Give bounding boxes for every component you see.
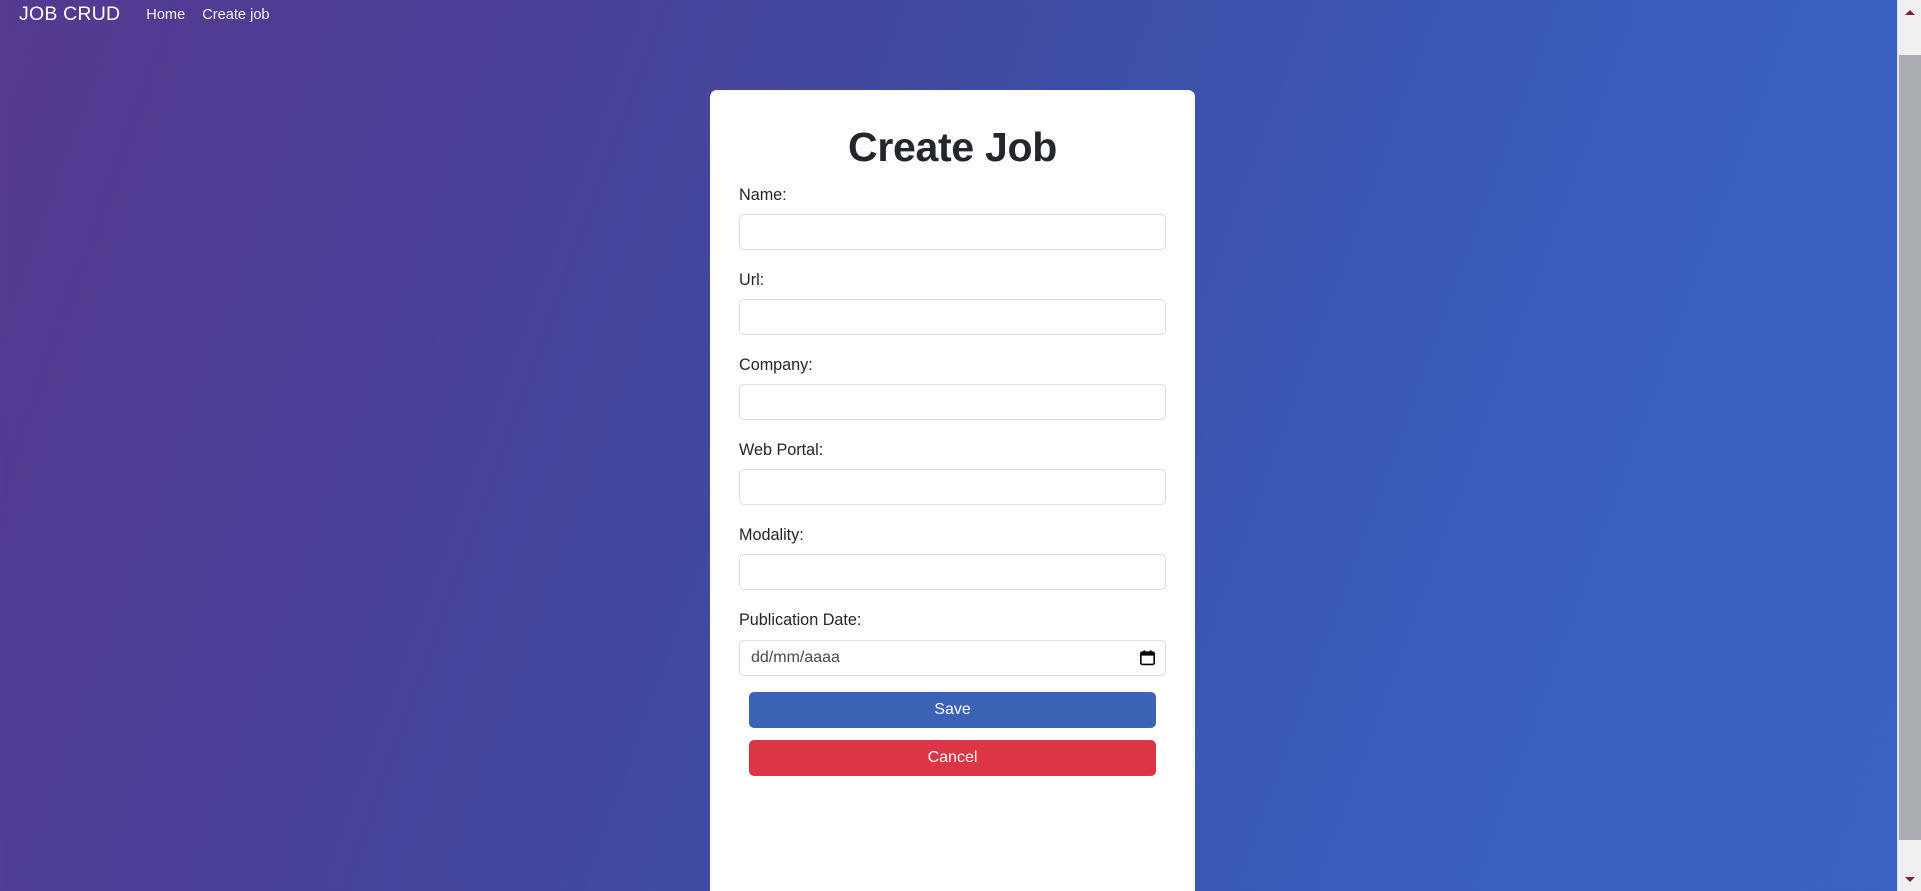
input-web-portal[interactable] — [739, 469, 1166, 506]
input-company[interactable] — [739, 384, 1166, 421]
cancel-button[interactable]: Cancel — [749, 739, 1156, 776]
label-company: Company: — [739, 356, 813, 375]
input-publication-date[interactable] — [739, 639, 1166, 676]
field-group-web-portal: Web Portal: — [739, 440, 1166, 506]
caret-down-icon — [1905, 876, 1915, 882]
navbar-brand[interactable]: JOB CRUD — [19, 3, 120, 26]
input-url[interactable] — [739, 299, 1166, 336]
field-group-name: Name: — [739, 185, 1166, 251]
vertical-scrollbar[interactable] — [1897, 0, 1921, 891]
page-title: Create Job — [848, 124, 1057, 170]
create-job-card: Create Job Name: Url: Company: Web Porta… — [710, 90, 1195, 891]
field-group-company: Company: — [739, 355, 1166, 421]
label-name: Name: — [739, 186, 787, 205]
field-group-publication-date: Publication Date: dd/mm/aaaa — [739, 610, 1166, 676]
create-job-form: Name: Url: Company: Web Portal: Modality… — [739, 185, 1166, 776]
nav-link-create-job[interactable]: Create job — [202, 7, 269, 23]
publication-date-wrapper: dd/mm/aaaa — [739, 639, 1166, 676]
label-url: Url: — [739, 271, 765, 290]
input-modality[interactable] — [739, 554, 1166, 591]
scroll-down-button[interactable] — [1898, 867, 1921, 891]
field-group-url: Url: — [739, 270, 1166, 336]
save-button[interactable]: Save — [749, 691, 1156, 728]
scroll-up-button[interactable] — [1898, 0, 1921, 24]
label-modality: Modality: — [739, 526, 804, 545]
nav-link-home[interactable]: Home — [146, 7, 185, 23]
calendar-icon[interactable] — [1140, 649, 1155, 666]
label-web-portal: Web Portal: — [739, 441, 824, 460]
input-name[interactable] — [739, 214, 1166, 251]
scrollbar-thumb[interactable] — [1899, 55, 1921, 840]
page-viewport: JOB CRUD Home Create job Create Job Name… — [0, 0, 1897, 891]
label-publication-date: Publication Date: — [739, 611, 862, 630]
field-group-modality: Modality: — [739, 525, 1166, 591]
navbar: JOB CRUD Home Create job — [0, 0, 1897, 29]
caret-up-icon — [1905, 9, 1915, 15]
